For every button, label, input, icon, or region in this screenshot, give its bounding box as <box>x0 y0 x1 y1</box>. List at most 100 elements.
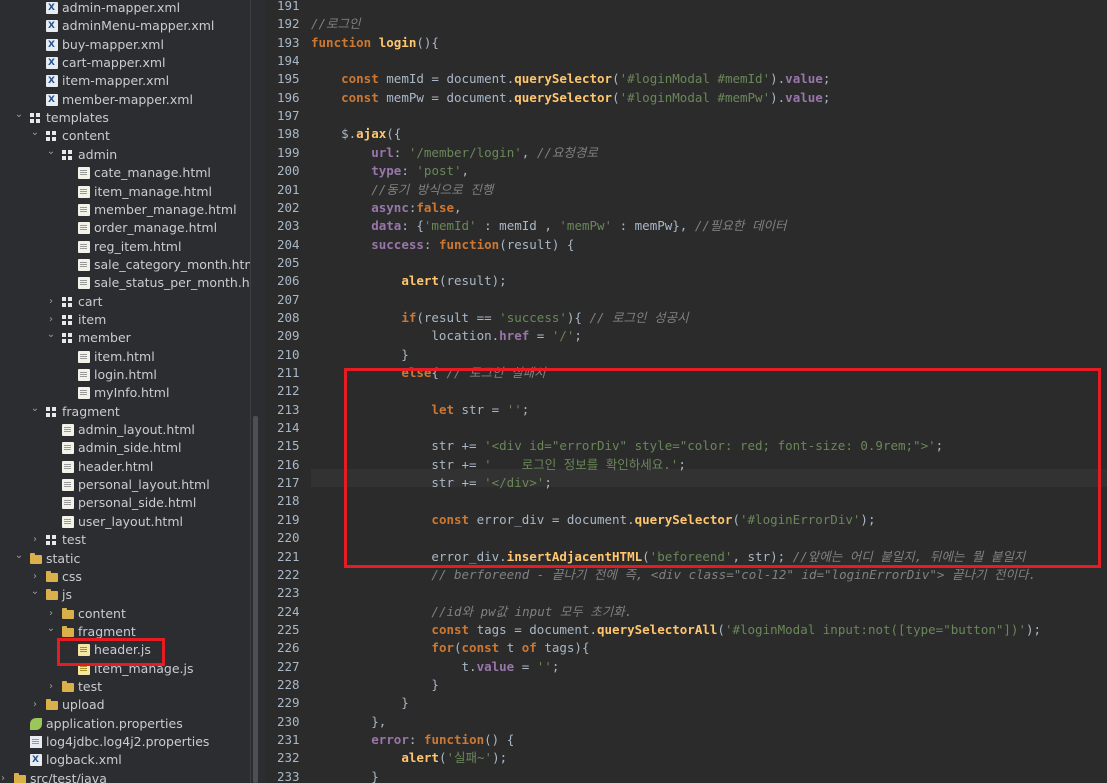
chevron-right-icon[interactable]: › <box>46 678 56 696</box>
code-token: ; <box>551 658 560 674</box>
code-token: (result); <box>438 273 507 289</box>
tree-item[interactable]: admin-mapper.xml <box>0 0 250 17</box>
code-line[interactable]: // berforeend - 끝나기 전에 즉, <div class="co… <box>311 566 1036 584</box>
line-number: 230 <box>277 713 300 729</box>
tree-item[interactable]: logback.xml <box>0 751 250 769</box>
tree-item[interactable]: item-mapper.xml <box>0 72 250 90</box>
code-line[interactable]: const tags = document.querySelectorAll('… <box>311 621 1041 639</box>
package-icon <box>62 332 74 344</box>
code-line[interactable]: async:false, <box>311 199 461 217</box>
tree-item[interactable]: reg_item.html <box>0 238 250 256</box>
chevron-down-icon[interactable]: ⌄ <box>46 143 56 161</box>
html-file-icon <box>78 185 90 198</box>
line-number: 199 <box>277 144 300 160</box>
tree-item[interactable]: cart-mapper.xml <box>0 54 250 72</box>
chevron-down-icon[interactable]: ⌄ <box>46 326 56 344</box>
code-line[interactable]: } <box>311 346 409 364</box>
code-token: function <box>311 34 379 50</box>
tree-item[interactable]: buy-mapper.xml <box>0 36 250 54</box>
code-line[interactable]: error: function() { <box>311 731 514 749</box>
code-line[interactable]: data: {'memId' : memId , 'memPw' : memPw… <box>311 217 786 235</box>
tree-item[interactable]: order_manage.html <box>0 219 250 237</box>
tree-item[interactable]: › test <box>0 678 250 696</box>
tree-item[interactable]: › cart <box>0 293 250 311</box>
tree-item[interactable]: › content <box>0 605 250 623</box>
code-token: '#loginModal #memId' <box>619 71 771 87</box>
code-line[interactable]: //id와 pw값 input 모두 초기화. <box>311 603 632 621</box>
tree-item[interactable]: member-mapper.xml <box>0 91 250 109</box>
tree-item[interactable]: admin_side.html <box>0 439 250 457</box>
code-token: : { <box>401 218 424 234</box>
tree-item[interactable]: login.html <box>0 366 250 384</box>
project-tree-scrollbar-thumb[interactable] <box>253 416 258 783</box>
code-line[interactable]: const memId = document.querySelector('#l… <box>311 70 830 88</box>
code-line[interactable]: alert(result); <box>311 272 507 290</box>
tree-item[interactable]: log4jdbc.log4j2.properties <box>0 733 250 751</box>
tree-item[interactable]: cate_manage.html <box>0 164 250 182</box>
tree-item[interactable]: sale_status_per_month.html <box>0 274 250 292</box>
code-line[interactable]: $.ajax({ <box>311 125 401 143</box>
chevron-down-icon[interactable]: ⌄ <box>30 124 40 142</box>
code-line[interactable]: alert('실패~'); <box>311 749 507 767</box>
code-line[interactable]: //로그인 <box>311 15 361 33</box>
chevron-right-icon[interactable]: › <box>30 696 40 714</box>
code-line[interactable]: } <box>311 694 409 712</box>
tree-item[interactable]: ⌄ static <box>0 550 250 568</box>
chevron-right-icon[interactable]: › <box>0 770 8 783</box>
code-token: '/member/login' <box>408 144 522 160</box>
chevron-down-icon[interactable]: ⌄ <box>30 400 40 418</box>
tree-item[interactable]: application.properties <box>0 715 250 733</box>
code-token: type <box>371 163 402 179</box>
tree-item[interactable]: › test <box>0 531 250 549</box>
tree-item[interactable]: ⌄ content <box>0 127 250 145</box>
tree-item[interactable]: personal_layout.html <box>0 476 250 494</box>
code-line[interactable]: success: function(result) { <box>311 236 574 254</box>
code-token: 'memId' <box>423 218 477 234</box>
tree-item[interactable]: user_layout.html <box>0 513 250 531</box>
code-line[interactable]: const memPw = document.querySelector('#l… <box>311 89 830 107</box>
tree-item-label: src/test/java <box>30 770 107 783</box>
html-file-icon <box>78 258 90 271</box>
code-token: ( <box>612 89 620 105</box>
tree-item[interactable]: › upload <box>0 696 250 714</box>
tree-item[interactable]: admin_layout.html <box>0 421 250 439</box>
tree-item[interactable]: personal_side.html <box>0 494 250 512</box>
code-token: memId <box>386 71 424 87</box>
code-line[interactable]: } <box>311 768 379 783</box>
code-line[interactable]: //동기 방식으로 진행 <box>311 181 493 199</box>
chevron-down-icon[interactable]: ⌄ <box>30 583 40 601</box>
code-line[interactable]: type: 'post', <box>311 162 469 180</box>
tree-item[interactable]: member_manage.html <box>0 201 250 219</box>
code-line[interactable]: url: '/member/login', //요청경로 <box>311 144 598 162</box>
code-line[interactable]: location.href = '/'; <box>311 327 582 345</box>
code-line[interactable]: function login(){ <box>311 34 439 52</box>
tree-item[interactable]: ⌄ member <box>0 329 250 347</box>
line-number: 224 <box>277 603 300 619</box>
tree-item-label: login.html <box>94 367 157 382</box>
tree-item[interactable]: › item <box>0 311 250 329</box>
tree-item[interactable]: item.html <box>0 348 250 366</box>
tree-item[interactable]: ⌄ admin <box>0 146 250 164</box>
chevron-right-icon[interactable]: › <box>30 531 40 549</box>
code-line[interactable]: } <box>311 676 439 694</box>
code-line[interactable]: t.value = ''; <box>311 658 560 676</box>
tree-item[interactable]: item_manage.html <box>0 183 250 201</box>
code-line[interactable]: }, <box>311 713 386 731</box>
chevron-down-icon[interactable]: ⌄ <box>46 620 56 638</box>
tree-item[interactable]: › src/test/java <box>0 770 250 783</box>
tree-item[interactable]: sale_category_month.html <box>0 256 250 274</box>
tree-item[interactable]: adminMenu-mapper.xml <box>0 17 250 35</box>
chevron-down-icon[interactable]: ⌄ <box>14 106 24 124</box>
chevron-right-icon[interactable]: › <box>46 293 56 311</box>
tree-item[interactable]: ⌄ js <box>0 586 250 604</box>
code-line[interactable]: if(result == 'success'){ // 로그인 성공시 <box>311 309 688 327</box>
tree-item[interactable]: ⌄ fragment <box>0 403 250 421</box>
package-icon <box>62 314 74 326</box>
code-token: querySelector <box>514 71 613 87</box>
chevron-down-icon[interactable]: ⌄ <box>14 547 24 565</box>
line-number: 212 <box>277 383 300 399</box>
tree-item[interactable]: header.html <box>0 458 250 476</box>
code-line[interactable]: for(const t of tags){ <box>311 639 589 657</box>
